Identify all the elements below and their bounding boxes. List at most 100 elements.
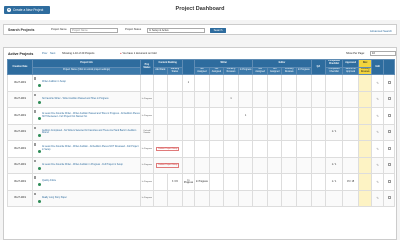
info-icon[interactable] [37, 150, 41, 154]
row-select-checkbox[interactable] [387, 113, 391, 117]
row-checkbox[interactable] [33, 192, 37, 196]
col-editor: Editor [252, 59, 312, 68]
row-checkbox[interactable] [33, 77, 37, 80]
completed-checklist-cell [325, 189, 343, 208]
project-name-link[interactable]: Really Long Story Paper [42, 197, 140, 200]
project-name-cell[interactable]: Writer Audition in Setup [31, 74, 142, 92]
col-project-name[interactable]: Project Name (Click to unlock project se… [31, 66, 142, 76]
table-row[interactable]: 06-27-2019 Audition Completed - No Writer… [7, 123, 395, 142]
project-name-link[interactable]: At Least One Favorite Writer - Writer Au… [42, 113, 140, 119]
info-icon[interactable] [37, 133, 41, 137]
table-row[interactable]: 06-27-2019 At Least One Favorite Writer -… [7, 140, 395, 158]
table-row[interactable]: 06-27-2019 Really Long Story Paper In Prog… [7, 189, 395, 208]
project-name-link[interactable]: Audition Completed - No Writers Selected… [42, 130, 140, 136]
prev-link[interactable]: Prev [42, 52, 47, 55]
col-approved-sub: Submit for Approval [341, 66, 360, 76]
info-icon[interactable] [37, 100, 41, 104]
project-name-link[interactable]: Quality Article [42, 180, 140, 183]
edit-icon[interactable]: ✎ [376, 130, 379, 134]
col-proj-status[interactable]: Proj Status [140, 58, 154, 76]
row-select-checkbox[interactable] [387, 179, 391, 183]
edit-icon[interactable]: ✎ [376, 147, 379, 151]
advanced-search-link[interactable]: Advanced Search [370, 29, 392, 33]
blank-cell [181, 90, 196, 109]
select-cell[interactable] [383, 140, 395, 158]
search-button[interactable]: Search [210, 28, 226, 33]
info-icon[interactable] [37, 199, 41, 203]
row-select-checkbox[interactable] [387, 97, 391, 101]
info-icon[interactable] [37, 166, 41, 170]
table-row[interactable]: 06-27-2019 Writer Audition in Setup 1 ✎ [7, 74, 395, 92]
editor-pending-cell [281, 173, 298, 191]
edit-icon[interactable]: ✎ [376, 81, 379, 85]
edit-cell[interactable]: ✎ [370, 74, 385, 92]
edit-cell[interactable]: ✎ [370, 189, 385, 208]
confirm-setup-tag[interactable]: Confirm Project Setup [155, 163, 180, 168]
project-status-cell: In Progress [140, 140, 154, 158]
project-name-cell[interactable]: At Least One Favorite Writer - Writer Au… [31, 107, 142, 125]
edit-cell[interactable]: ✎ [370, 123, 385, 142]
blank-cell: In Progress [181, 173, 196, 191]
edit-icon[interactable]: ✎ [376, 163, 379, 167]
select-cell[interactable] [383, 173, 395, 191]
per-page-select[interactable]: 10 [370, 50, 396, 56]
project-name-link[interactable]: Writer Audition in Setup [42, 81, 140, 84]
select-cell[interactable] [383, 107, 395, 125]
row-select-checkbox[interactable] [387, 146, 391, 150]
project-status-select[interactable]: In Setup & Active [147, 28, 205, 33]
info-icon[interactable] [37, 183, 41, 187]
table-row[interactable]: 06-27-2019 At Least One Favorite Writer -… [7, 156, 395, 175]
select-cell[interactable] [383, 90, 395, 109]
row-checkbox[interactable] [33, 143, 37, 146]
select-cell[interactable] [383, 189, 395, 208]
editor-progress-cell [296, 107, 312, 125]
ranking-status-cell [167, 90, 183, 109]
edit-icon[interactable]: ✎ [376, 97, 379, 101]
edit-icon[interactable]: ✎ [376, 196, 379, 200]
writer-not-assigned-cell [208, 156, 225, 175]
row-select-checkbox[interactable] [387, 80, 391, 84]
project-name-cell[interactable]: At Least One Favorite Writer - Writer Au… [31, 156, 142, 175]
edit-cell[interactable]: ✎ [370, 90, 385, 109]
project-name-cell[interactable]: No Favorite Writer - Writer Audition Pas… [31, 90, 142, 109]
project-status-cell [140, 74, 154, 92]
col-editor-d: In Progress [296, 66, 312, 76]
blank-cell [181, 123, 196, 142]
select-cell[interactable] [383, 74, 395, 92]
edit-cell[interactable]: ✎ [370, 173, 385, 191]
project-name-link[interactable]: At Least One Favorite Writer - Writer Au… [42, 164, 140, 167]
edit-cell[interactable]: ✎ [370, 107, 385, 125]
project-name-cell[interactable]: Quality Article [31, 173, 142, 191]
edit-cell[interactable]: ✎ [370, 156, 385, 175]
project-name-cell[interactable]: At Least One Favorite Writer - Writer Au… [31, 140, 142, 158]
col-creation-date[interactable]: Creation Date [7, 58, 33, 76]
project-name-cell[interactable]: Really Long Story Paper [31, 189, 142, 208]
confirm-setup-tag[interactable]: Confirm Project Setup [155, 146, 180, 152]
search-label: Search Projects [8, 28, 35, 32]
row-select-checkbox[interactable] [387, 130, 391, 134]
row-checkbox[interactable] [33, 126, 37, 130]
row-checkbox[interactable] [33, 159, 37, 163]
creation-date-cell: 06-27-2019 [7, 107, 33, 125]
info-icon[interactable] [37, 84, 41, 88]
project-name-input[interactable]: Project Name [70, 28, 118, 33]
row-checkbox[interactable] [33, 93, 37, 97]
project-name-link[interactable]: No Favorite Writer - Writer Audition Pas… [42, 98, 140, 101]
select-cell[interactable] [383, 156, 395, 175]
row-checkbox[interactable] [33, 110, 37, 113]
next-link[interactable]: Next [50, 52, 55, 55]
project-name-cell[interactable]: Audition Completed - No Writers Selected… [31, 123, 142, 142]
select-cell[interactable] [383, 123, 395, 142]
edit-icon[interactable]: ✎ [376, 180, 379, 184]
table-row[interactable]: 06-27-2019 No Favorite Writer - Writer Au… [7, 90, 395, 109]
row-select-checkbox[interactable] [387, 196, 391, 200]
table-row[interactable]: 06-27-2019 Quality Article In Progress 3 / … [7, 173, 395, 191]
project-name-link[interactable]: At Least One Favorite Writer - Writer Au… [42, 146, 140, 152]
edit-cell[interactable]: ✎ [370, 140, 385, 158]
row-checkbox[interactable] [33, 176, 37, 179]
table-row[interactable]: 06-27-2019 At Least One Favorite Writer -… [7, 107, 395, 125]
writer-not-assigned-cell [208, 123, 225, 142]
edit-icon[interactable]: ✎ [376, 114, 379, 118]
info-icon[interactable] [37, 117, 41, 121]
row-select-checkbox[interactable] [387, 163, 391, 167]
